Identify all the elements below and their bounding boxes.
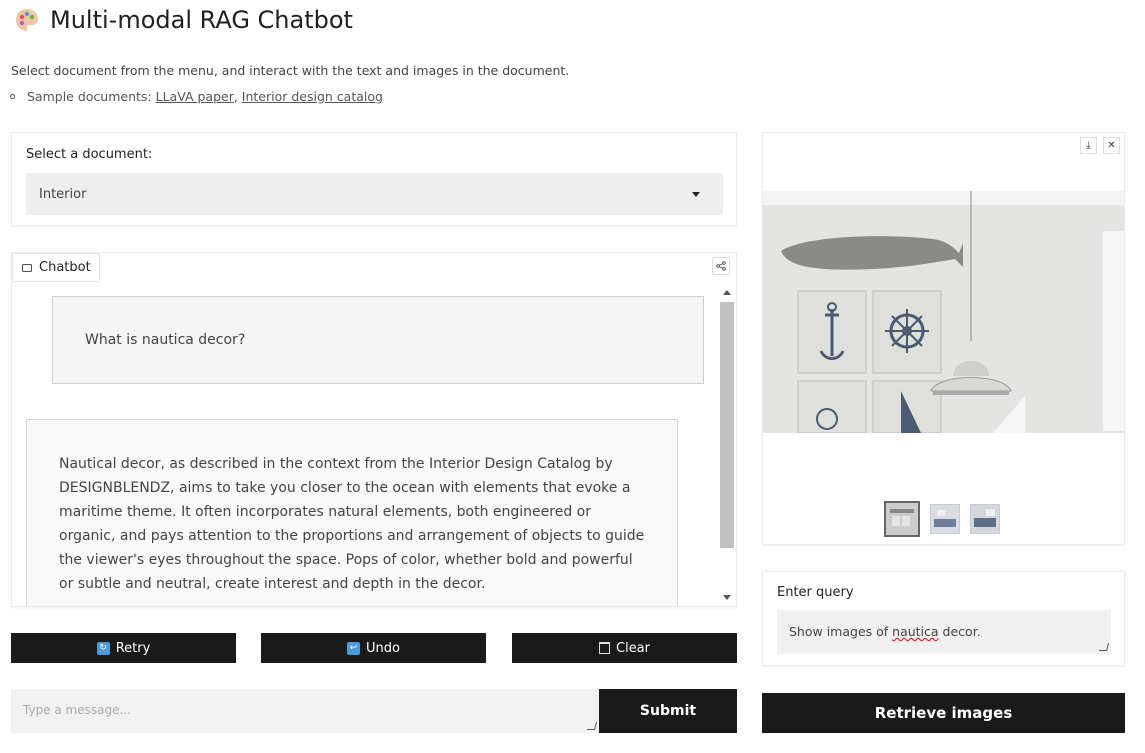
scroll-down-arrow-icon[interactable]: [723, 595, 731, 600]
caret-down-icon: [692, 191, 700, 197]
message-input-placeholder: Type a message...: [23, 703, 131, 717]
download-icon[interactable]: ⤓: [1080, 137, 1097, 154]
query-input[interactable]: Show images of nautica decor.: [777, 610, 1111, 654]
undo-label: Undo: [366, 640, 400, 656]
chatbot-panel: Chatbot What is nautica decor? Nautical …: [11, 252, 737, 607]
chatbot-label-text: Chatbot: [39, 260, 91, 275]
assistant-message: Nautical decor, as described in the cont…: [26, 419, 678, 606]
gallery-thumbnail[interactable]: [930, 504, 960, 534]
scrollbar-thumb[interactable]: [720, 302, 734, 548]
clear-button[interactable]: Clear: [512, 633, 737, 663]
retrieve-images-button[interactable]: Retrieve images: [762, 693, 1125, 733]
chatbot-label: Chatbot: [12, 253, 100, 282]
page-title: Multi-modal RAG Chatbot: [50, 6, 353, 34]
gallery-thumbnail[interactable]: [884, 501, 920, 537]
submit-button[interactable]: Submit: [599, 689, 737, 733]
sample-link-interior[interactable]: Interior design catalog: [242, 89, 383, 104]
retry-icon: ↻: [96, 641, 110, 655]
assistant-message-text: Nautical decor, as described in the cont…: [59, 456, 645, 592]
gallery-thumbnails: [884, 501, 1000, 537]
query-misspelled-word: nautica: [892, 624, 939, 639]
submit-label: Submit: [639, 703, 697, 719]
chat-scrollbar[interactable]: [719, 283, 735, 606]
retry-button[interactable]: ↻ Retry: [11, 633, 236, 663]
query-text-end: decor.: [938, 624, 981, 639]
query-panel: Enter query Show images of nautica decor…: [762, 571, 1125, 666]
document-dropdown-value: Interior: [39, 186, 87, 202]
image-gallery-panel: ⤓ ✕: [762, 132, 1125, 545]
retry-label: Retry: [115, 640, 151, 656]
gallery-thumbnail[interactable]: [970, 504, 1000, 534]
message-input[interactable]: Type a message...: [11, 689, 599, 733]
app-header: Multi-modal RAG Chatbot: [14, 6, 353, 34]
user-message-text: What is nautica decor?: [85, 332, 246, 348]
sample-documents: Sample documents: LLaVA paper , Interior…: [10, 89, 383, 104]
gallery-toolbar: ⤓ ✕: [1080, 137, 1120, 154]
chat-bubble-icon: [22, 263, 32, 272]
trash-icon: [599, 642, 610, 654]
share-icon[interactable]: [712, 257, 730, 275]
document-selector-panel: Select a document: Interior: [11, 132, 737, 226]
bullet-icon: [10, 94, 15, 99]
samples-separator: ,: [233, 89, 242, 104]
document-dropdown[interactable]: Interior: [26, 173, 723, 215]
resize-handle-icon[interactable]: [1098, 643, 1110, 651]
query-label: Enter query: [777, 585, 854, 600]
gallery-main-image[interactable]: [763, 191, 1125, 433]
close-icon[interactable]: ✕: [1103, 137, 1120, 154]
palette-icon: [16, 9, 38, 31]
samples-prefix: Sample documents:: [27, 89, 156, 104]
sample-link-llava[interactable]: LLaVA paper: [156, 89, 234, 104]
scroll-up-arrow-icon[interactable]: [723, 290, 731, 295]
undo-button[interactable]: ↩ Undo: [261, 633, 486, 663]
undo-icon: ↩: [347, 641, 361, 655]
chat-messages[interactable]: What is nautica decor? Nautical decor, a…: [12, 283, 720, 606]
user-message: What is nautica decor?: [52, 296, 704, 384]
document-select-label: Select a document:: [26, 147, 153, 162]
retrieve-images-label: Retrieve images: [874, 704, 1013, 722]
app-description: Select document from the menu, and inter…: [11, 63, 570, 78]
clear-label: Clear: [616, 640, 650, 656]
query-text-start: Show images of: [789, 624, 893, 639]
resize-handle-icon[interactable]: [586, 722, 598, 730]
